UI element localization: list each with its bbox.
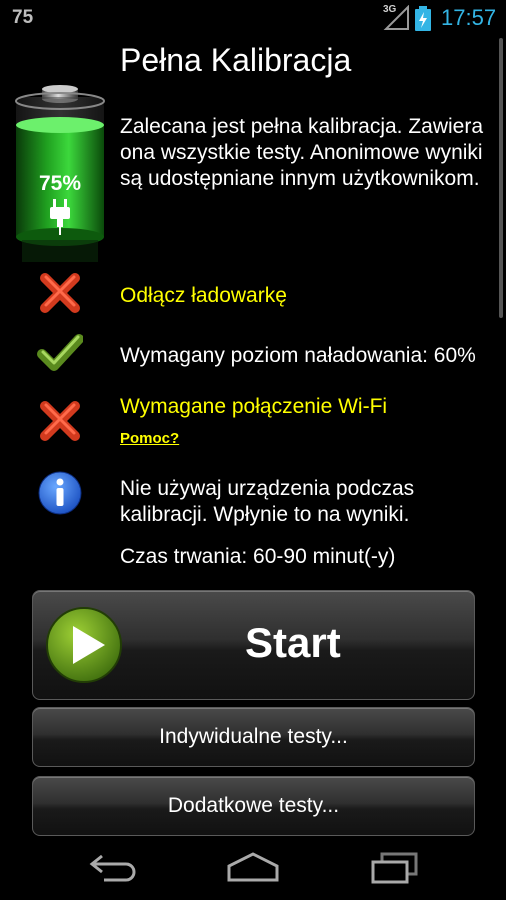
cross-icon bbox=[40, 273, 80, 313]
info-message: Nie używaj urządzenia podczas kalibracji… bbox=[120, 477, 415, 526]
play-icon bbox=[46, 607, 122, 683]
scrollbar[interactable] bbox=[499, 38, 503, 318]
notification-count: 75 bbox=[12, 7, 34, 28]
network-type: 3G bbox=[383, 4, 397, 15]
status-bar: 75 3G 17:57 bbox=[0, 0, 506, 36]
recent-apps-icon[interactable] bbox=[370, 850, 420, 884]
cross-icon bbox=[40, 401, 80, 441]
requirement-unplug-charger: Odłącz ładowarkę bbox=[120, 284, 287, 307]
additional-tests-button[interactable]: Dodatkowe testy... bbox=[32, 776, 475, 836]
charger-plug-icon bbox=[50, 199, 70, 235]
check-icon bbox=[37, 334, 83, 371]
help-link[interactable]: Pomoc? bbox=[120, 430, 179, 447]
start-button[interactable]: Start bbox=[32, 590, 475, 700]
calibration-description: Zalecana jest pełna kalibracja. Zawiera … bbox=[120, 115, 484, 190]
clock: 17:57 bbox=[441, 5, 497, 30]
duration-text: Czas trwania: 60-90 minut(-y) bbox=[120, 545, 396, 568]
start-button-label: Start bbox=[245, 619, 341, 666]
back-icon[interactable] bbox=[88, 850, 138, 884]
home-icon[interactable] bbox=[226, 850, 280, 884]
individual-tests-button[interactable]: Indywidualne testy... bbox=[32, 707, 475, 767]
requirement-wifi: Wymagane połączenie Wi-Fi bbox=[120, 395, 388, 418]
info-icon bbox=[38, 471, 82, 515]
page-title: Pełna Kalibracja bbox=[120, 42, 352, 78]
requirement-charge-level: Wymagany poziom naładowania: 60% bbox=[120, 344, 476, 367]
additional-tests-label: Dodatkowe testy... bbox=[167, 794, 340, 817]
battery-charging-icon bbox=[415, 6, 431, 31]
individual-tests-label: Indywidualne testy... bbox=[159, 725, 348, 748]
navigation-bar bbox=[0, 836, 506, 900]
battery-percent: 75% bbox=[38, 172, 82, 195]
